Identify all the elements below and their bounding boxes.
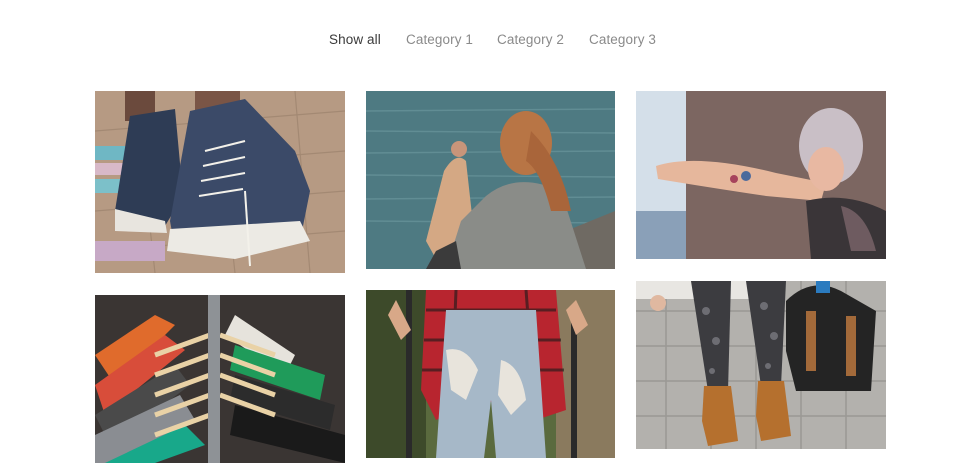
gallery-filter-nav: Show all Category 1 Category 2 Category … bbox=[0, 32, 980, 52]
boots-backpack-photo bbox=[636, 281, 886, 449]
ripped-jeans-photo bbox=[366, 290, 615, 458]
shirts-rack-photo bbox=[95, 295, 345, 463]
filter-category-2[interactable]: Category 2 bbox=[497, 32, 564, 47]
filter-category-1[interactable]: Category 1 bbox=[406, 32, 473, 47]
gallery-item-tattoo-woman[interactable] bbox=[636, 91, 886, 259]
gallery-item-ripped-jeans[interactable] bbox=[366, 290, 615, 458]
gallery-item-sneakers[interactable] bbox=[95, 91, 345, 273]
gallery-item-boots-backpack[interactable] bbox=[636, 281, 886, 449]
woman-water-photo bbox=[366, 91, 615, 269]
tattoo-woman-photo bbox=[636, 91, 886, 259]
gallery-item-woman-water[interactable] bbox=[366, 91, 615, 269]
filter-show-all[interactable]: Show all bbox=[329, 32, 381, 47]
gallery-item-shirts-rack[interactable] bbox=[95, 295, 345, 463]
filter-category-3[interactable]: Category 3 bbox=[589, 32, 656, 47]
sneakers-photo bbox=[95, 91, 345, 273]
